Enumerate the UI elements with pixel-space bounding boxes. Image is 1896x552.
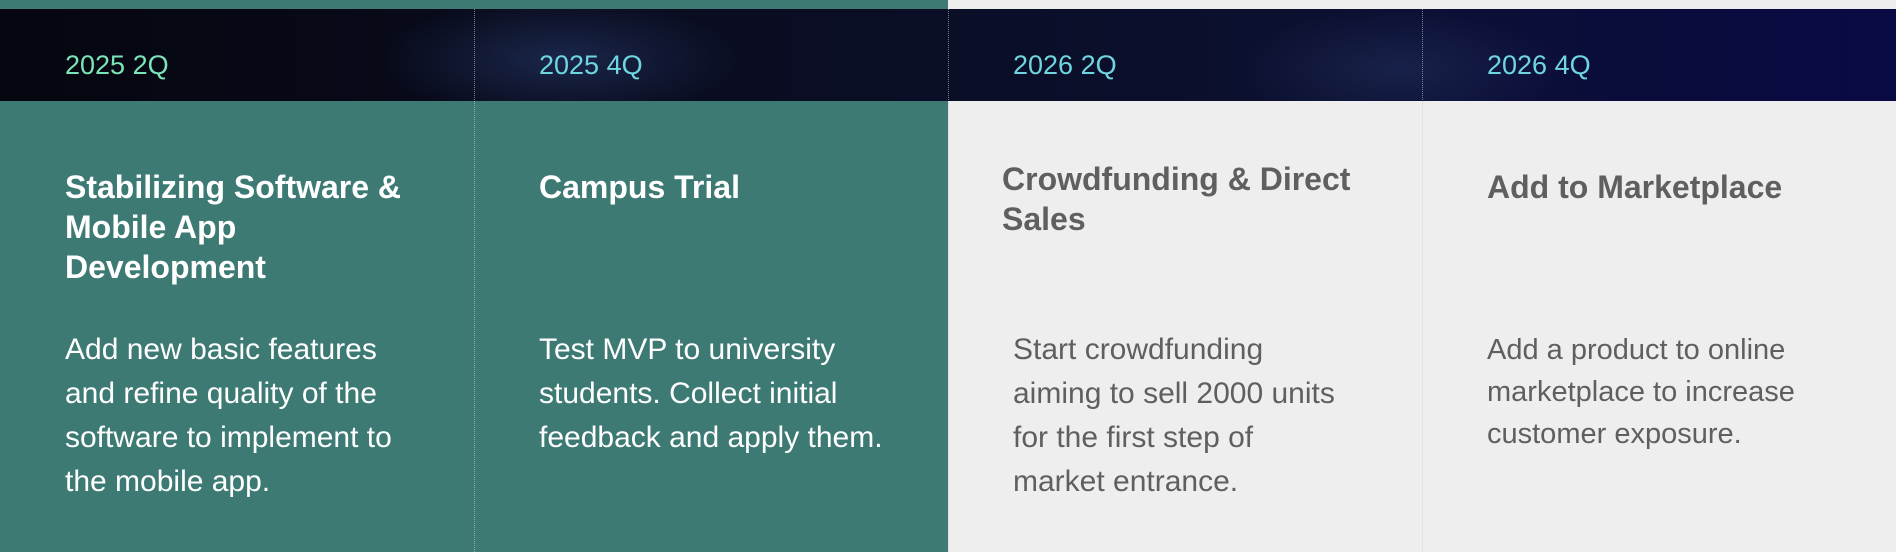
quarter-label: 2026 2Q	[1013, 50, 1117, 80]
milestone-card: Crowdfunding & Direct Sales Start crowdf…	[948, 101, 1422, 552]
top-strip-gray	[948, 0, 1896, 9]
quarter-label: 2025 4Q	[539, 50, 643, 80]
milestone-title: Crowdfunding & Direct Sales	[1002, 161, 1351, 237]
milestone-description: Start crowdfunding aiming to sell 2000 u…	[1013, 333, 1335, 498]
milestone-title: Campus Trial	[539, 169, 740, 205]
milestone-description: Test MVP to university students. Collect…	[539, 333, 883, 454]
milestone-description: Add new basic features and refine qualit…	[65, 333, 392, 498]
top-strip-teal	[0, 0, 948, 9]
column-divider	[474, 9, 475, 552]
milestone-card: Campus Trial Test MVP to university stud…	[474, 101, 948, 552]
quarter-label: 2026 4Q	[1487, 50, 1591, 80]
quarter-label: 2025 2Q	[65, 50, 169, 80]
column-divider	[1422, 9, 1423, 552]
milestone-description: Add a product to online marketplace to i…	[1487, 334, 1795, 450]
milestone-title: Stabilizing Software & Mobile App Develo…	[65, 169, 402, 285]
milestone-card: Add to Marketplace Add a product to onli…	[1422, 101, 1896, 552]
column-divider	[948, 9, 949, 552]
milestone-title: Add to Marketplace	[1487, 169, 1783, 205]
roadmap-timeline: 2025 2Q 2025 4Q 2026 2Q 2026 4Q Stabiliz…	[0, 0, 1896, 552]
milestone-card: Stabilizing Software & Mobile App Develo…	[0, 101, 474, 552]
